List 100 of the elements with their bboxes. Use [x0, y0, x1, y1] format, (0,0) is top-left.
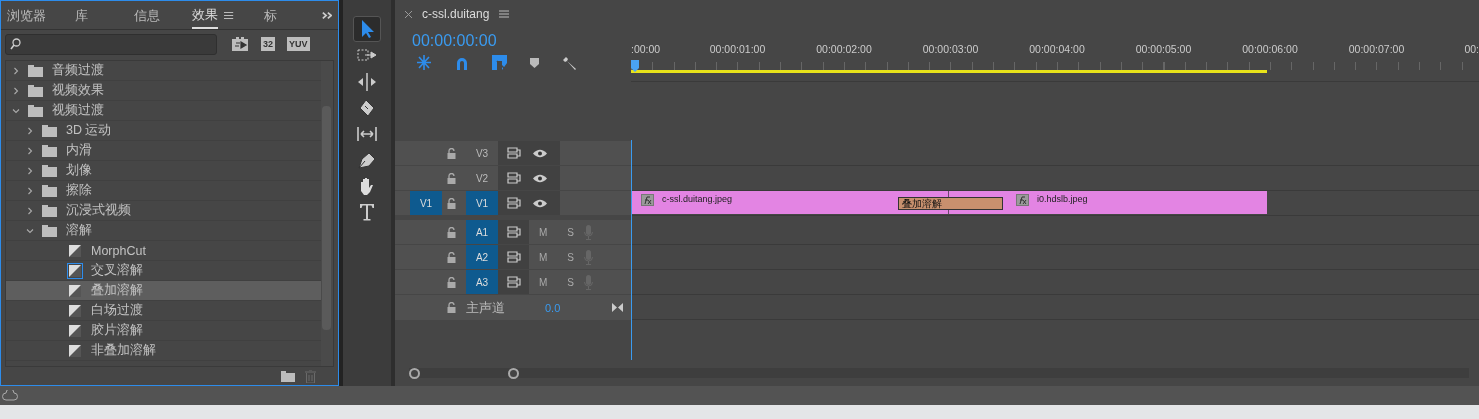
- fx-badge-icon: [1016, 194, 1029, 206]
- scroll-handle[interactable]: [409, 367, 420, 379]
- panel-tab[interactable]: 浏览器: [7, 2, 76, 28]
- new-folder-icon[interactable]: [281, 370, 295, 382]
- sync-lock-icon[interactable]: [507, 276, 521, 288]
- tree-row[interactable]: 划像: [6, 161, 321, 181]
- mute-toggle[interactable]: M: [539, 251, 548, 263]
- panel-tab[interactable]: 库: [75, 2, 134, 28]
- tree-label: 内滑: [66, 142, 92, 159]
- track-target[interactable]: A2: [466, 245, 498, 269]
- tree-label: MorphCut: [91, 243, 146, 258]
- sync-lock-icon[interactable]: [507, 226, 521, 238]
- tree-label: 3D 运动: [66, 122, 112, 139]
- eye-icon[interactable]: [533, 198, 547, 208]
- ruler-label: 00:00:02:00: [816, 43, 872, 55]
- track-name: 主声道: [466, 298, 505, 317]
- sequence-tab[interactable]: c-ssl.duitang: [422, 7, 490, 21]
- source-patch[interactable]: V1: [410, 191, 442, 215]
- zoom-scrollbar[interactable]: [409, 368, 1469, 378]
- tree-row[interactable]: 胶片溶解: [6, 321, 321, 341]
- scrollbar-thumb[interactable]: [322, 106, 331, 330]
- tree-row[interactable]: MorphCut: [6, 241, 321, 261]
- tree-label: 擦除: [66, 182, 92, 199]
- transition-clip[interactable]: 叠加溶解: [898, 197, 1003, 210]
- lock-icon[interactable]: [447, 276, 456, 288]
- eye-icon[interactable]: [533, 173, 547, 183]
- sync-lock-icon[interactable]: [507, 197, 521, 209]
- search-field[interactable]: [5, 33, 217, 55]
- tree-label: 视频过渡: [52, 102, 104, 119]
- tree-row[interactable]: 3D 运动: [6, 121, 321, 141]
- menu-icon[interactable]: [224, 10, 234, 20]
- lock-icon[interactable]: [447, 147, 456, 159]
- chevron-icon[interactable]: [26, 206, 34, 215]
- panel-tab[interactable]: 效果: [192, 1, 219, 29]
- lock-icon[interactable]: [447, 172, 456, 184]
- close-icon[interactable]: [405, 10, 412, 18]
- mute-toggle[interactable]: M: [539, 226, 548, 238]
- tree-row[interactable]: 白场过渡: [6, 301, 321, 321]
- tree-row[interactable]: 擦除: [6, 181, 321, 201]
- tree-label: 划像: [66, 162, 92, 179]
- search-icon: [10, 38, 21, 50]
- chevron-icon[interactable]: [12, 86, 20, 95]
- panel-tab[interactable]: 信息: [133, 2, 193, 28]
- tree-label: 叠加溶解: [91, 282, 143, 299]
- chevron-icon[interactable]: [26, 166, 34, 175]
- eye-icon[interactable]: [533, 148, 547, 158]
- tree-row[interactable]: 叠加溶解: [6, 281, 321, 301]
- volume-value[interactable]: 0.0: [545, 301, 561, 314]
- chevron-icon[interactable]: [12, 66, 20, 75]
- bowtie-icon[interactable]: [612, 303, 623, 312]
- accelerated-effects-icon[interactable]: [231, 36, 249, 52]
- chevron-icon[interactable]: [26, 186, 34, 195]
- chevron-icon[interactable]: [12, 106, 20, 115]
- track-target[interactable]: A1: [466, 220, 498, 244]
- ruler-label: 00:00:01:00: [709, 43, 766, 55]
- folder-icon: [42, 164, 57, 177]
- folder-icon: [42, 144, 57, 157]
- solo-toggle[interactable]: S: [567, 251, 574, 263]
- tree-row[interactable]: 音频过渡: [6, 61, 321, 81]
- menu-icon[interactable]: [499, 10, 510, 18]
- solo-toggle[interactable]: S: [567, 276, 574, 288]
- tree-row[interactable]: 溶解: [6, 221, 321, 241]
- folder-icon: [42, 124, 57, 137]
- mute-toggle[interactable]: M: [539, 276, 548, 288]
- sync-lock-icon[interactable]: [507, 147, 521, 159]
- marker-icon[interactable]: [530, 57, 539, 68]
- tree-row[interactable]: 沉浸式视频: [6, 201, 321, 221]
- playhead-icon[interactable]: [631, 60, 640, 72]
- track-target[interactable]: V3: [466, 141, 498, 165]
- filter-toggle[interactable]: 32: [261, 37, 275, 51]
- chevron-icon[interactable]: [26, 126, 34, 135]
- ruler-label: :00:00: [631, 43, 661, 55]
- ruler-label: 00:00:07:00: [1348, 43, 1405, 55]
- tree-label: 音频过渡: [52, 62, 104, 79]
- time-ruler[interactable]: :00:00 00:00:01:00 00:00:02:00 00:00:03:00 00:00:04:00 00:00:05:00 00:00:06:00 00:00:07:00 00:: [631, 34, 1479, 82]
- lock-icon[interactable]: [447, 226, 456, 238]
- folder-icon: [42, 184, 57, 197]
- lock-icon[interactable]: [447, 302, 456, 313]
- chevron-icon[interactable]: [26, 226, 34, 235]
- track-target[interactable]: V2: [466, 166, 498, 190]
- sync-lock-icon[interactable]: [507, 251, 521, 263]
- fx-badge-icon: [641, 194, 654, 206]
- tree-label: 交叉溶解: [91, 262, 143, 279]
- tree-row[interactable]: 内滑: [6, 141, 321, 161]
- lock-icon[interactable]: [447, 197, 456, 209]
- tree-row[interactable]: 视频效果: [6, 81, 321, 101]
- sync-lock-icon[interactable]: [507, 172, 521, 184]
- chevron-double-icon[interactable]: [322, 10, 332, 20]
- timecode[interactable]: 00:00:00:00: [412, 32, 631, 50]
- track-target[interactable]: V1: [466, 191, 498, 215]
- lock-icon[interactable]: [447, 251, 456, 263]
- tree-label: 胶片溶解: [91, 322, 143, 339]
- tree-row[interactable]: 视频过渡: [6, 101, 321, 121]
- track-target[interactable]: A3: [466, 270, 498, 294]
- chevron-icon[interactable]: [26, 146, 34, 155]
- solo-toggle[interactable]: S: [567, 226, 574, 238]
- panel-tab[interactable]: 标: [263, 2, 322, 28]
- filter-toggle[interactable]: YUV: [287, 37, 310, 51]
- scroll-handle[interactable]: [508, 367, 519, 379]
- tree-row[interactable]: 非叠加溶解: [6, 341, 321, 361]
